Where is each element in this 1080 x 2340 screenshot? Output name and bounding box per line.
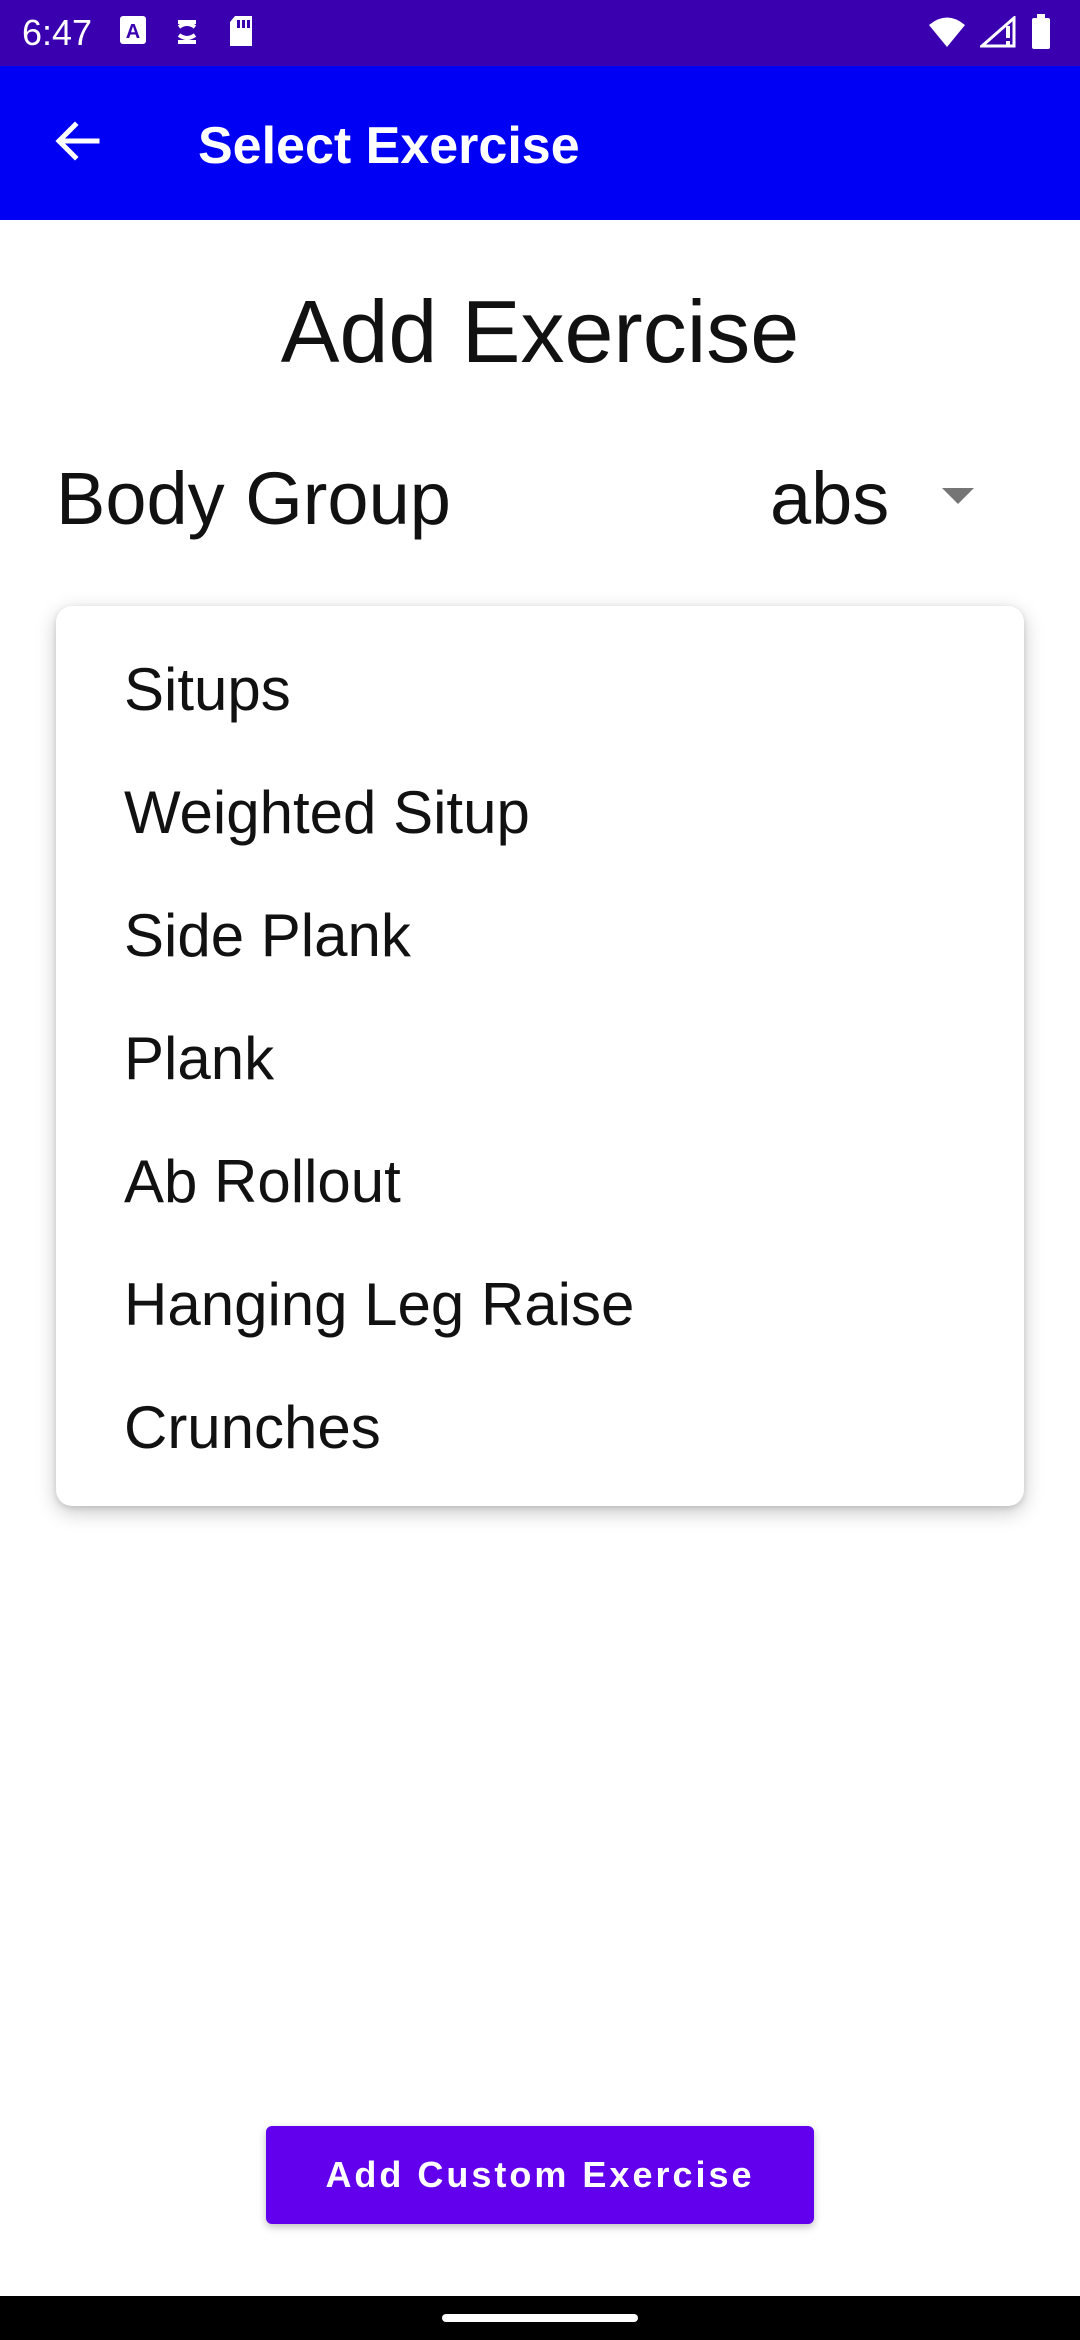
sync-icon: [172, 14, 202, 53]
dropdown-arrow-icon: [942, 488, 974, 511]
exercise-dropdown-menu: Situps Weighted Situp Side Plank Plank A…: [56, 606, 1024, 1506]
svg-text:A: A: [126, 21, 140, 43]
add-custom-exercise-button[interactable]: Add Custom Exercise: [266, 2126, 814, 2224]
status-bar: 6:47 A: [0, 0, 1080, 66]
wifi-icon: [928, 16, 966, 53]
body-group-value: abs: [770, 457, 890, 540]
menu-item-crunches[interactable]: Crunches: [56, 1366, 1024, 1489]
body-group-spinner[interactable]: abs: [740, 440, 1030, 560]
app-bar-title: Select Exercise: [198, 117, 580, 175]
body-group-label: Body Group: [56, 457, 451, 540]
menu-item-weighted-situp[interactable]: Weighted Situp: [56, 751, 1024, 874]
navigation-bar: [0, 2296, 1080, 2340]
a-notification-icon: A: [118, 14, 148, 53]
home-indicator[interactable]: [442, 2314, 638, 2322]
sd-card-icon: [226, 14, 256, 53]
menu-item-situps[interactable]: Situps: [56, 628, 1024, 751]
signal-icon: [978, 14, 1016, 53]
page-title: Add Exercise: [280, 282, 800, 381]
menu-item-side-plank[interactable]: Side Plank: [56, 874, 1024, 997]
menu-item-plank[interactable]: Plank: [56, 997, 1024, 1120]
status-time: 6:47: [22, 12, 93, 53]
arrow-back-icon: [53, 117, 101, 170]
app-bar: Select Exercise: [0, 66, 1080, 220]
back-button[interactable]: [40, 106, 114, 180]
battery-icon: [1030, 14, 1052, 55]
menu-item-hanging-leg-raise[interactable]: Hanging Leg Raise: [56, 1243, 1024, 1366]
menu-item-ab-rollout[interactable]: Ab Rollout: [56, 1120, 1024, 1243]
